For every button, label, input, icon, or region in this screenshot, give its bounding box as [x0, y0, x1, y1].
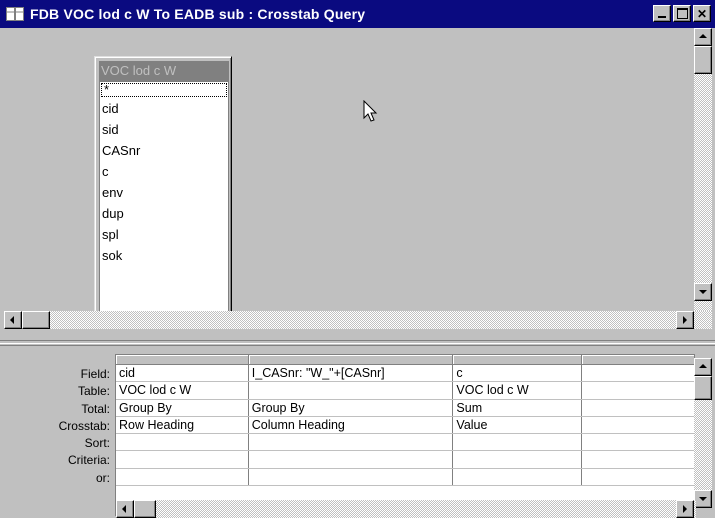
- table-pane-horizontal-scrollbar[interactable]: [4, 311, 712, 329]
- scroll-thumb[interactable]: [694, 46, 712, 74]
- title-bar[interactable]: FDB VOC lod c W To EADB sub : Crosstab Q…: [0, 0, 715, 28]
- grid-cell[interactable]: cid: [116, 365, 249, 382]
- column-selector[interactable]: [453, 355, 583, 364]
- row-label-criteria: Criteria:: [67, 453, 110, 468]
- close-button[interactable]: ✕: [693, 5, 711, 22]
- grid-cell[interactable]: [116, 434, 249, 451]
- grid-cell[interactable]: I_CASnr: "W_"+[CASnr]: [249, 365, 454, 382]
- design-grid-pane[interactable]: Field: Table: Total: Crosstab: Sort: Cri…: [2, 346, 713, 518]
- grid-cell[interactable]: [582, 434, 695, 451]
- field-list-item[interactable]: sok: [100, 245, 228, 266]
- field-list-window[interactable]: VOC lod c W * cid sid CASnr c env dup sp…: [94, 56, 232, 322]
- grid-cell[interactable]: [116, 451, 249, 468]
- grid-cell[interactable]: [453, 468, 583, 486]
- scroll-right-button[interactable]: [676, 500, 694, 518]
- field-list-title[interactable]: VOC lod c W: [99, 61, 229, 81]
- or-row: [116, 468, 695, 487]
- grid-cell[interactable]: [249, 434, 454, 451]
- field-list-item-all[interactable]: *: [101, 83, 227, 97]
- grid-cell[interactable]: [249, 468, 454, 486]
- grid-cell[interactable]: [582, 451, 695, 468]
- grid-vertical-scrollbar[interactable]: [694, 358, 712, 508]
- grid-cell[interactable]: Group By: [249, 399, 454, 416]
- grid-cell[interactable]: Sum: [453, 399, 583, 416]
- sort-row: [116, 434, 695, 452]
- table-pane-vertical-scrollbar[interactable]: [694, 28, 712, 311]
- field-list-item[interactable]: cid: [100, 98, 228, 119]
- field-list-item[interactable]: env: [100, 182, 228, 203]
- row-label-field: Field:: [80, 367, 110, 381]
- row-label-or: or:: [95, 470, 110, 485]
- column-selector[interactable]: [116, 355, 249, 364]
- scroll-up-button[interactable]: [694, 28, 712, 46]
- scroll-thumb[interactable]: [694, 376, 712, 400]
- maximize-button[interactable]: [673, 5, 691, 22]
- scroll-down-button[interactable]: [694, 283, 712, 301]
- grid-cell[interactable]: [582, 416, 695, 434]
- grid-cell[interactable]: [582, 365, 695, 382]
- grid-cell[interactable]: Group By: [116, 399, 249, 416]
- query-design-grid[interactable]: cid I_CASnr: "W_"+[CASnr] c VOC lod c W …: [115, 354, 695, 516]
- scroll-up-button[interactable]: [694, 358, 712, 376]
- field-list-item[interactable]: sid: [100, 119, 228, 140]
- grid-cell[interactable]: [582, 399, 695, 416]
- grid-horizontal-scrollbar[interactable]: [116, 500, 696, 518]
- grid-cell[interactable]: Column Heading: [249, 416, 454, 434]
- mouse-pointer-icon: [363, 100, 378, 122]
- grid-cell[interactable]: VOC lod c W: [453, 382, 583, 399]
- query-grid-icon[interactable]: [6, 7, 24, 21]
- field-list-item[interactable]: c: [100, 161, 228, 182]
- grid-cell[interactable]: [249, 451, 454, 468]
- row-label-total: Total:: [81, 401, 110, 416]
- grid-cell[interactable]: [116, 468, 249, 486]
- field-list[interactable]: * cid sid CASnr c env dup spl sok: [99, 81, 229, 317]
- grid-cell[interactable]: Value: [453, 416, 583, 434]
- grid-cell[interactable]: [453, 434, 583, 451]
- criteria-row: [116, 451, 695, 469]
- grid-cell[interactable]: VOC lod c W: [116, 382, 249, 399]
- scroll-right-button[interactable]: [676, 311, 694, 329]
- table-row: VOC lod c W VOC lod c W: [116, 382, 695, 400]
- scroll-thumb[interactable]: [22, 311, 50, 329]
- column-selector[interactable]: [249, 355, 454, 364]
- grid-cell[interactable]: c: [453, 365, 583, 382]
- minimize-button[interactable]: [653, 5, 671, 22]
- field-list-item[interactable]: CASnr: [100, 140, 228, 161]
- row-label-sort: Sort:: [84, 436, 110, 451]
- column-selectors[interactable]: [116, 355, 695, 365]
- crosstab-row: Row Heading Column Heading Value: [116, 416, 695, 435]
- row-label-crosstab: Crosstab:: [58, 418, 110, 433]
- row-label-table: Table:: [77, 384, 110, 399]
- table-pane[interactable]: VOC lod c W * cid sid CASnr c env dup sp…: [2, 28, 713, 340]
- scroll-thumb[interactable]: [134, 500, 156, 518]
- scroll-down-button[interactable]: [694, 490, 712, 508]
- field-list-item[interactable]: spl: [100, 224, 228, 245]
- column-selector[interactable]: [582, 355, 695, 364]
- scroll-left-button[interactable]: [4, 311, 22, 329]
- window-title: FDB VOC lod c W To EADB sub : Crosstab Q…: [30, 6, 366, 22]
- grid-cell[interactable]: Row Heading: [116, 416, 249, 434]
- grid-cell[interactable]: [582, 382, 695, 399]
- field-row: cid I_CASnr: "W_"+[CASnr] c: [116, 365, 695, 383]
- grid-cell[interactable]: [249, 382, 454, 399]
- row-labels: Field: Table: Total: Crosstab: Sort: Cri…: [2, 366, 114, 487]
- total-row: Group By Group By Sum: [116, 399, 695, 417]
- grid-cell[interactable]: [453, 451, 583, 468]
- scroll-left-button[interactable]: [116, 500, 134, 518]
- grid-cell[interactable]: [582, 468, 695, 486]
- field-list-item[interactable]: dup: [100, 203, 228, 224]
